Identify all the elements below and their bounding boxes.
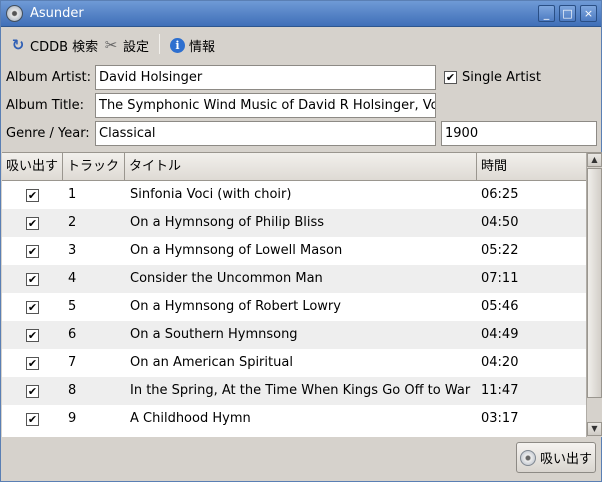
track-row[interactable]: ✔ 4 Consider the Uncommon Man 07:11 [2, 265, 586, 293]
track-title[interactable]: On a Hymnsong of Lowell Mason [130, 237, 474, 265]
track-title[interactable]: On a Hymnsong of Philip Bliss [130, 209, 474, 237]
album-artist-input[interactable]: David Holsinger [95, 65, 436, 90]
track-time: 06:25 [481, 187, 519, 202]
cd-app-icon [6, 5, 23, 22]
genre-input[interactable]: Classical [95, 121, 436, 146]
scroll-down-button[interactable]: ▼ [587, 422, 602, 436]
album-title-label: Album Title: [6, 98, 85, 113]
column-header-time[interactable]: 時間 [477, 153, 586, 181]
track-time: 03:17 [481, 411, 519, 426]
track-title[interactable]: Consider the Uncommon Man [130, 265, 474, 293]
track-title[interactable]: A Childhood Hymn [130, 405, 474, 433]
track-time: 05:22 [481, 243, 519, 258]
rip-button[interactable]: 吸い出す [516, 442, 596, 473]
track-number: 2 [68, 215, 77, 230]
rip-button-label: 吸い出す [539, 452, 592, 467]
info-icon: i [170, 37, 185, 53]
track-list-header: 吸い出す トラック タイトル 時間 [2, 153, 586, 181]
track-rows: ✔ 1 Sinfonia Voci (with choir) 06:25 ✔ 2 On a … [2, 181, 586, 437]
toolbar-separator [159, 34, 160, 54]
track-number: 8 [68, 383, 77, 398]
track-time: 04:20 [481, 355, 519, 370]
rip-track-checkbox[interactable]: ✔ [26, 329, 39, 342]
track-number: 1 [68, 187, 77, 202]
track-title[interactable]: On an American Spiritual [130, 349, 474, 377]
asunder-window: Asunder _ □ × ↻ CDDB 検索 ✂ 設定 i 情報 Album … [0, 0, 602, 482]
track-row[interactable]: ✔ 7 On an American Spiritual 04:20 [2, 349, 586, 377]
preferences-label: 設定 [123, 39, 150, 55]
track-row[interactable]: ✔ 1 Sinfonia Voci (with choir) 06:25 [2, 181, 586, 209]
rip-track-checkbox[interactable]: ✔ [26, 245, 39, 258]
rip-track-checkbox[interactable]: ✔ [26, 413, 39, 426]
close-button[interactable]: × [580, 5, 597, 22]
track-number: 5 [68, 299, 77, 314]
album-title-input[interactable]: The Symphonic Wind Music of David R Hols… [95, 93, 436, 118]
rip-track-checkbox[interactable]: ✔ [26, 301, 39, 314]
track-row[interactable]: ✔ 6 On a Southern Hymnsong 04:49 [2, 321, 586, 349]
rip-track-checkbox[interactable]: ✔ [26, 273, 39, 286]
about-label: 情報 [189, 39, 216, 55]
track-number: 6 [68, 327, 77, 342]
track-time: 04:49 [481, 327, 519, 342]
year-input[interactable]: 1900 [441, 121, 597, 146]
column-header-rip[interactable]: 吸い出す [2, 153, 63, 181]
rip-track-checkbox[interactable]: ✔ [26, 357, 39, 370]
album-artist-label: Album Artist: [6, 70, 91, 85]
preferences-button[interactable]: ✂ 設定 [103, 35, 149, 55]
track-row[interactable]: ✔ 9 A Childhood Hymn 03:17 [2, 405, 586, 433]
title-bar[interactable]: Asunder _ □ × [1, 1, 601, 27]
track-time: 11:47 [481, 383, 519, 398]
track-title[interactable]: Sinfonia Voci (with choir) [130, 181, 474, 209]
track-list: 吸い出す トラック タイトル 時間 ✔ 1 Sinfonia Voci (with … [2, 152, 602, 437]
window-title: Asunder [30, 6, 84, 21]
cddb-lookup-button[interactable]: ↻ CDDB 検索 [10, 35, 98, 55]
toolbar: ↻ CDDB 検索 ✂ 設定 i 情報 [2, 28, 600, 60]
track-row[interactable]: ✔ 8 In the Spring, At the Time When Kings … [2, 377, 586, 405]
scroll-up-button[interactable]: ▲ [587, 153, 602, 167]
rip-track-checkbox[interactable]: ✔ [26, 385, 39, 398]
vertical-scrollbar[interactable]: ▲ ▼ [586, 153, 602, 437]
maximize-button[interactable]: □ [559, 5, 576, 22]
tools-icon: ✂ [104, 36, 118, 54]
track-number: 3 [68, 243, 77, 258]
track-title[interactable]: On a Southern Hymnsong [130, 321, 474, 349]
track-number: 4 [68, 271, 77, 286]
scrollbar-thumb[interactable] [587, 168, 602, 398]
track-time: 04:50 [481, 215, 519, 230]
about-button[interactable]: i 情報 [170, 35, 215, 55]
column-header-track[interactable]: トラック [63, 153, 125, 181]
track-title[interactable]: On a Hymnsong of Robert Lowry [130, 293, 474, 321]
refresh-icon: ↻ [11, 36, 25, 54]
single-artist-checkbox[interactable]: ✔ [444, 71, 457, 84]
rip-track-checkbox[interactable]: ✔ [26, 217, 39, 230]
column-header-title[interactable]: タイトル [125, 153, 477, 181]
track-row[interactable]: ✔ 5 On a Hymnsong of Robert Lowry 05:46 [2, 293, 586, 321]
genre-year-label: Genre / Year: [6, 126, 90, 141]
single-artist-label: Single Artist [462, 70, 541, 85]
cd-icon [519, 449, 536, 466]
track-row[interactable]: ✔ 2 On a Hymnsong of Philip Bliss 04:50 [2, 209, 586, 237]
track-time: 07:11 [481, 271, 519, 286]
cddb-lookup-label: CDDB 検索 [30, 39, 99, 55]
track-time: 05:46 [481, 299, 519, 314]
track-number: 7 [68, 355, 77, 370]
track-number: 9 [68, 411, 77, 426]
rip-track-checkbox[interactable]: ✔ [26, 189, 39, 202]
track-row[interactable]: ✔ 3 On a Hymnsong of Lowell Mason 05:22 [2, 237, 586, 265]
minimize-button[interactable]: _ [538, 5, 555, 22]
track-title[interactable]: In the Spring, At the Time When Kings Go… [130, 377, 474, 405]
